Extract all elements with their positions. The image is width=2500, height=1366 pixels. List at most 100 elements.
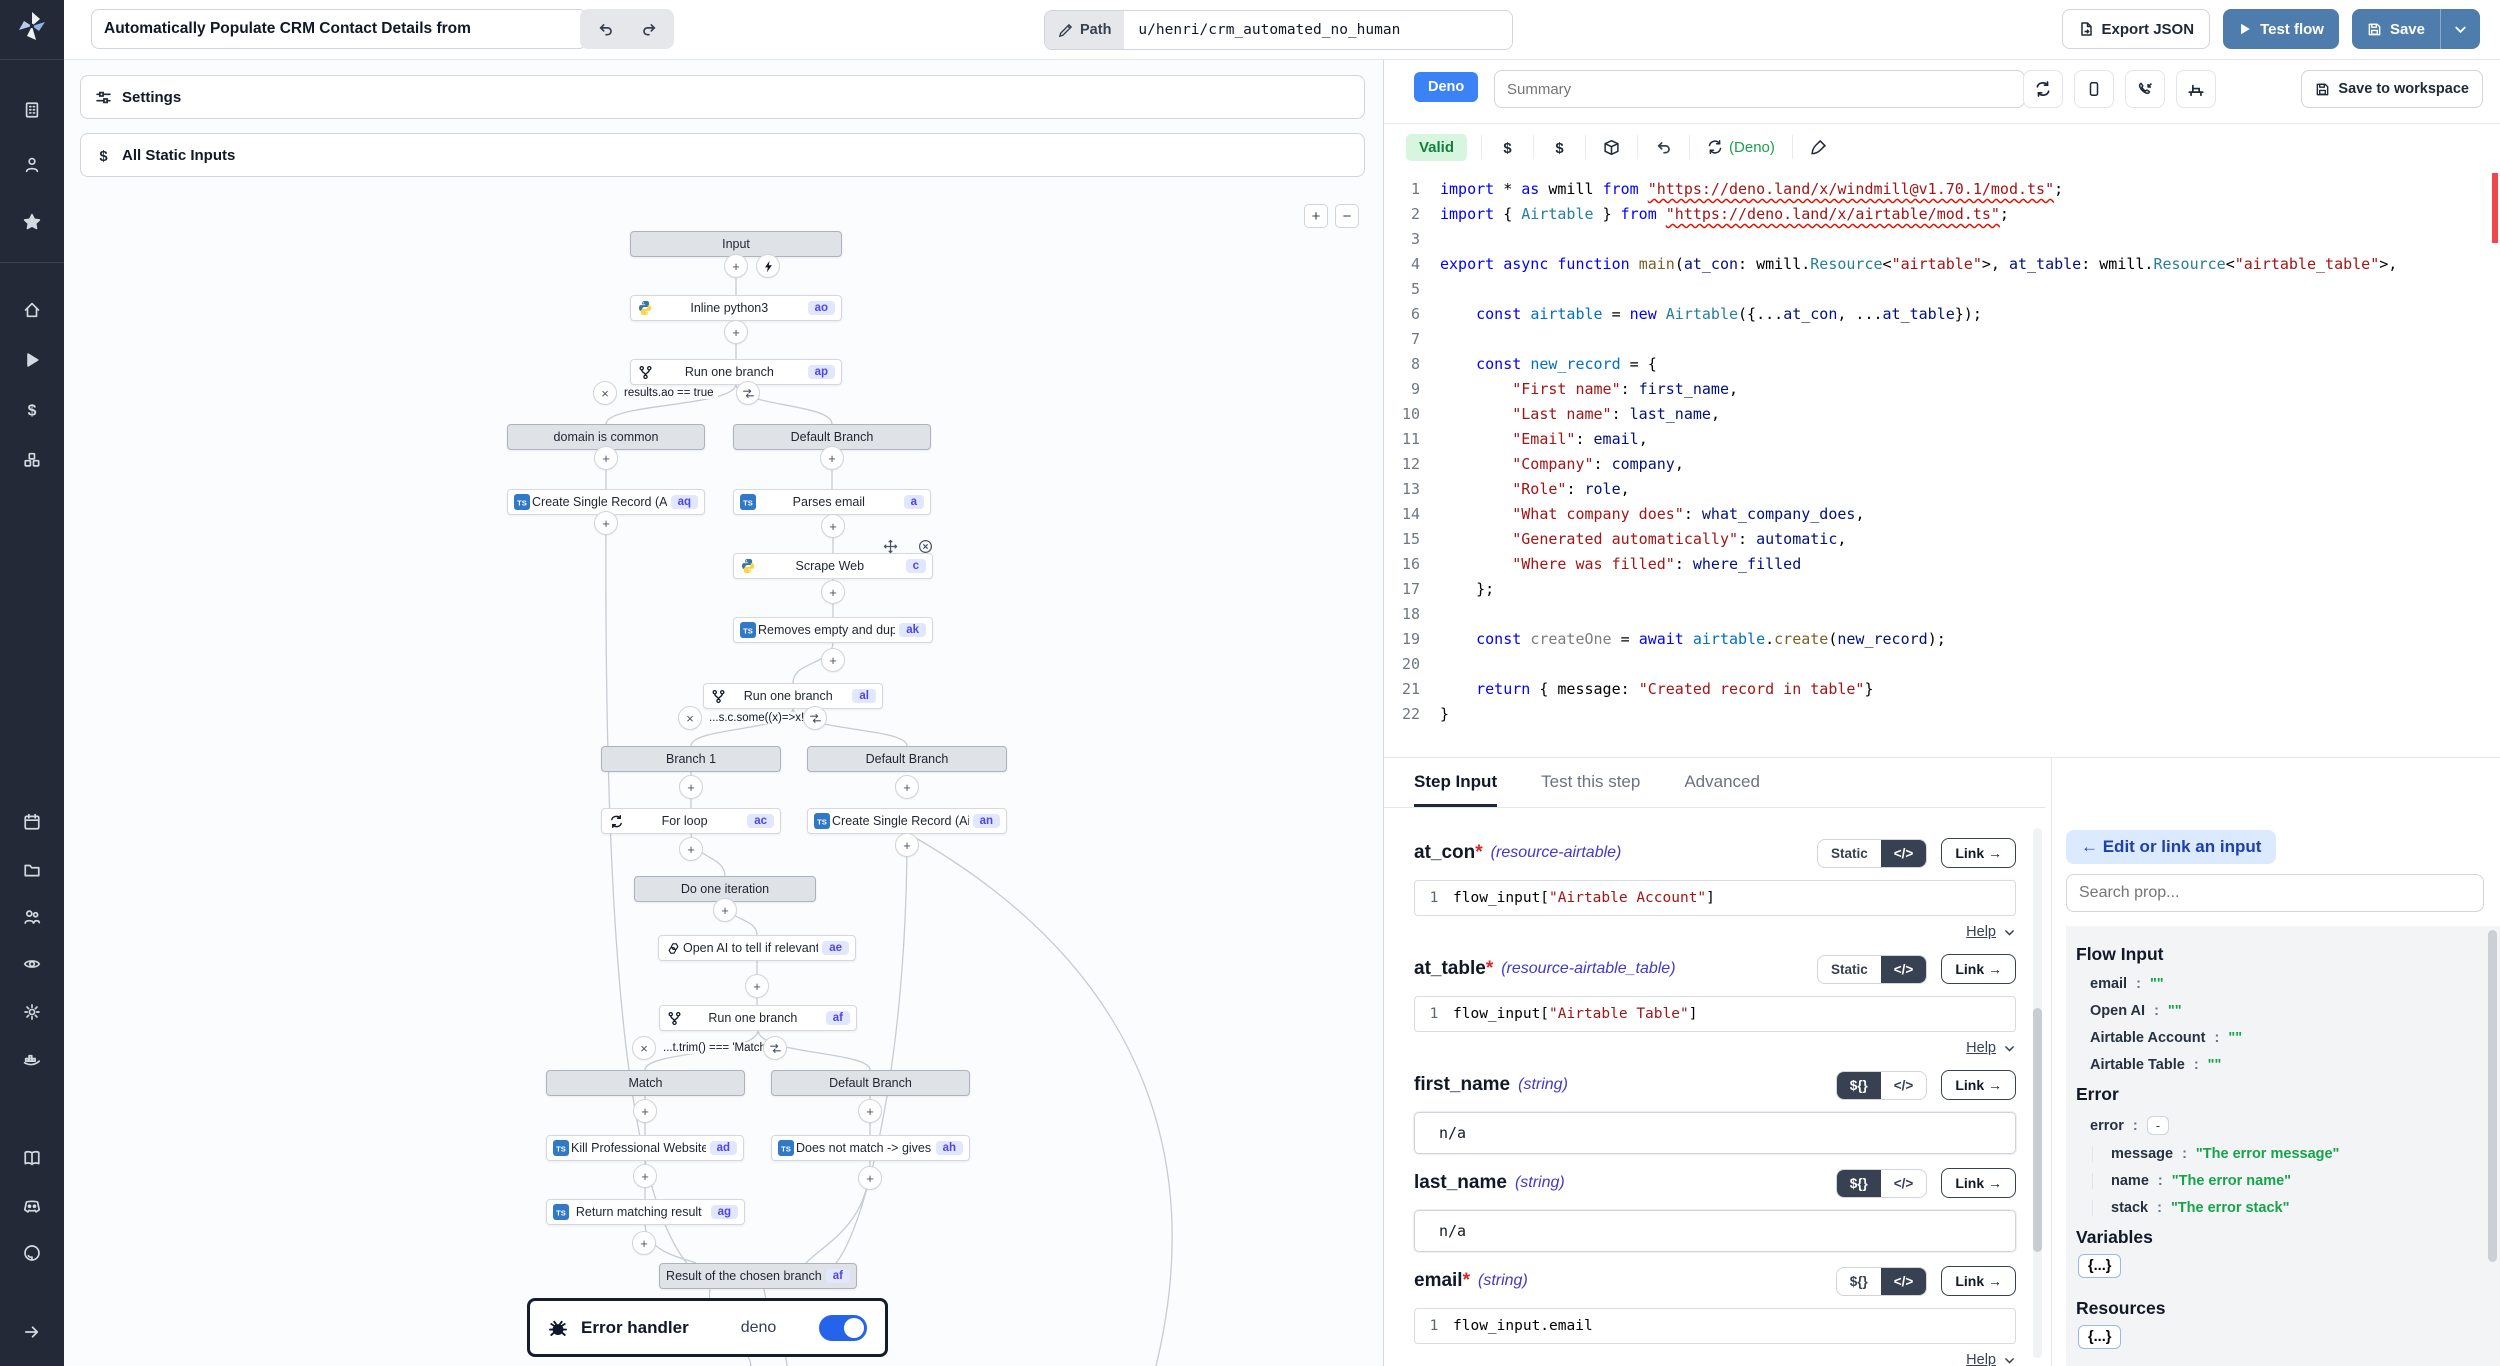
graph-node-run-one-branch-af[interactable]: Run one branchaf	[659, 1005, 857, 1031]
value-input[interactable]: n/a	[1414, 1210, 2016, 1252]
edit-or-link-back-button[interactable]: ← Edit or link an input	[2066, 830, 2276, 864]
toggle-static[interactable]: Static	[1818, 840, 1881, 867]
link-button[interactable]: Link →	[1941, 838, 2016, 868]
graph-node-does-not-match-empty[interactable]: TSDoes not match -> gives empty valueah	[771, 1135, 970, 1161]
sidebar-item-cubes[interactable]	[22, 450, 42, 470]
toggle-static[interactable]: Static	[1818, 956, 1881, 983]
graph-node-branch-match[interactable]: Match	[546, 1070, 745, 1096]
expression-editor[interactable]: 1flow_input.email	[1414, 1308, 2016, 1344]
graph-node-kill-professional-websites[interactable]: TSKill Professional Websites mentionsad	[546, 1135, 744, 1161]
add-step-button[interactable]: +	[632, 1231, 656, 1255]
sidebar-item-home[interactable]	[22, 300, 42, 320]
add-step-button[interactable]: +	[821, 580, 845, 604]
toggle-code[interactable]: </>	[1881, 1170, 1927, 1197]
add-step-button[interactable]: +	[679, 837, 703, 861]
add-step-button[interactable]: +	[745, 974, 769, 998]
toggle-static[interactable]: ${}	[1837, 1072, 1881, 1099]
suspend-button[interactable]	[2125, 70, 2165, 108]
sidebar-item-discord[interactable]	[22, 1196, 42, 1216]
swap-branch-button[interactable]	[763, 1036, 787, 1060]
language-badge[interactable]: Deno	[1414, 72, 1478, 102]
format-button[interactable]	[1792, 135, 1844, 159]
remove-branch-button[interactable]: ×	[678, 706, 702, 730]
trigger-bolt-icon[interactable]	[756, 254, 780, 278]
swap-branch-button[interactable]	[736, 381, 760, 405]
add-step-button[interactable]: +	[858, 1099, 882, 1123]
toggle-code[interactable]: </>	[1881, 1268, 1927, 1295]
tab-test-this-step[interactable]: Test this step	[1541, 772, 1640, 807]
sidebar-item-star[interactable]	[22, 212, 42, 232]
add-step-button[interactable]: +	[895, 775, 919, 799]
help-link[interactable]: Help	[1966, 1352, 1996, 1366]
graph-node-parses-email[interactable]: TSParses emaila	[733, 489, 931, 515]
prop-search-input[interactable]	[2066, 874, 2484, 912]
flow-title-input[interactable]	[91, 9, 587, 49]
toggle-code[interactable]: </>	[1881, 1072, 1927, 1099]
link-button[interactable]: Link →	[1941, 1168, 2016, 1198]
graph-node-return-matching-result[interactable]: TSReturn matching resultag	[546, 1199, 745, 1225]
delete-node-button[interactable]	[914, 535, 936, 557]
sidebar-item-docker[interactable]	[22, 1050, 42, 1070]
prop-scrollbar[interactable]	[2488, 930, 2497, 1356]
add-step-button[interactable]: +	[594, 511, 618, 535]
add-step-button[interactable]: +	[679, 775, 703, 799]
save-to-workspace-button[interactable]: Save to workspace	[2301, 70, 2483, 108]
prop-item-error[interactable]: error:-	[2076, 1116, 2486, 1135]
swap-branch-button[interactable]	[803, 706, 827, 730]
graph-node-removes-empty-duplicates[interactable]: TSRemoves empty and duplicatesak	[733, 617, 933, 643]
graph-node-run-one-branch-ap[interactable]: Run one branchap	[630, 359, 842, 385]
add-step-button[interactable]: +	[821, 648, 845, 672]
graph-node-result-of-chosen-branch[interactable]: Result of the chosen branchaf	[659, 1263, 857, 1289]
collapse-button[interactable]: -	[2147, 1116, 2169, 1135]
graph-node-run-one-branch-al[interactable]: Run one branchal	[703, 683, 883, 709]
graph-node-create-single-record-an[interactable]: TSCreate Single Record (Airtable)an	[807, 808, 1007, 834]
save-button[interactable]: Save	[2352, 9, 2440, 49]
sidebar-item-building[interactable]	[22, 100, 42, 120]
object-expand-button[interactable]: {...}	[2078, 1325, 2121, 1349]
input-mode-toggle[interactable]: ${}</>	[1836, 1169, 1928, 1198]
sidebar-item-book[interactable]	[22, 1148, 42, 1168]
input-mode-toggle[interactable]: Static</>	[1817, 839, 1927, 868]
help-link[interactable]: Help	[1966, 1040, 1996, 1056]
graph-node-branch-default-3[interactable]: Default Branch	[771, 1070, 970, 1096]
link-button[interactable]: Link →	[1941, 1266, 2016, 1296]
input-mode-toggle[interactable]: Static</>	[1817, 955, 1927, 984]
redo-button[interactable]	[628, 13, 670, 45]
add-step-button[interactable]: +	[713, 898, 737, 922]
tab-step-input[interactable]: Step Input	[1414, 772, 1497, 807]
graph-node-branch-1[interactable]: Branch 1	[601, 746, 781, 772]
expression-editor[interactable]: 1flow_input["Airtable Table"]	[1414, 996, 2016, 1032]
reload-language-button[interactable]: (Deno)	[1689, 135, 1792, 159]
code-editor[interactable]: 1import * as wmill from "https://deno.la…	[1384, 169, 2500, 765]
summary-input[interactable]	[1494, 70, 2025, 108]
remove-branch-button[interactable]: ×	[593, 381, 617, 405]
error-handler-node[interactable]: Error handler deno	[527, 1298, 888, 1357]
toggle-code[interactable]: </>	[1881, 840, 1927, 867]
add-step-button[interactable]: +	[821, 514, 845, 538]
help-link[interactable]: Help	[1966, 924, 1996, 940]
export-json-button[interactable]: Export JSON	[2062, 9, 2211, 49]
sidebar-item-github[interactable]	[22, 1243, 42, 1263]
sidebar-item-play[interactable]	[22, 350, 42, 370]
graph-node-inline-python3[interactable]: Inline python3ao	[630, 295, 842, 321]
prop-item-message[interactable]: message:"The error message"	[2092, 1146, 2486, 1162]
link-button[interactable]: Link →	[1941, 954, 2016, 984]
add-variable-button[interactable]: $	[1481, 135, 1533, 159]
add-step-button[interactable]: +	[858, 1166, 882, 1190]
expression-editor[interactable]: 1flow_input["Airtable Account"]	[1414, 880, 2016, 916]
prop-item-name[interactable]: name:"The error name"	[2092, 1173, 2486, 1189]
prop-item-stack[interactable]: stack:"The error stack"	[2092, 1200, 2486, 1216]
prop-item-airtable-account[interactable]: Airtable Account:""	[2076, 1030, 2486, 1046]
path-input[interactable]	[1124, 11, 1512, 49]
graph-node-for-loop[interactable]: For loopac	[601, 808, 781, 834]
prop-item-open-ai[interactable]: Open AI:""	[2076, 1003, 2486, 1019]
move-node-button[interactable]	[879, 535, 901, 557]
tab-advanced[interactable]: Advanced	[1684, 772, 1760, 807]
add-step-button[interactable]: +	[633, 1164, 657, 1188]
toggle-static[interactable]: ${}	[1837, 1170, 1881, 1197]
input-mode-toggle[interactable]: ${}</>	[1836, 1267, 1928, 1296]
sidebar-item-folder[interactable]	[22, 860, 42, 880]
reset-button[interactable]	[1637, 135, 1689, 159]
error-handler-toggle[interactable]	[819, 1315, 867, 1341]
add-step-button[interactable]: +	[820, 446, 844, 470]
